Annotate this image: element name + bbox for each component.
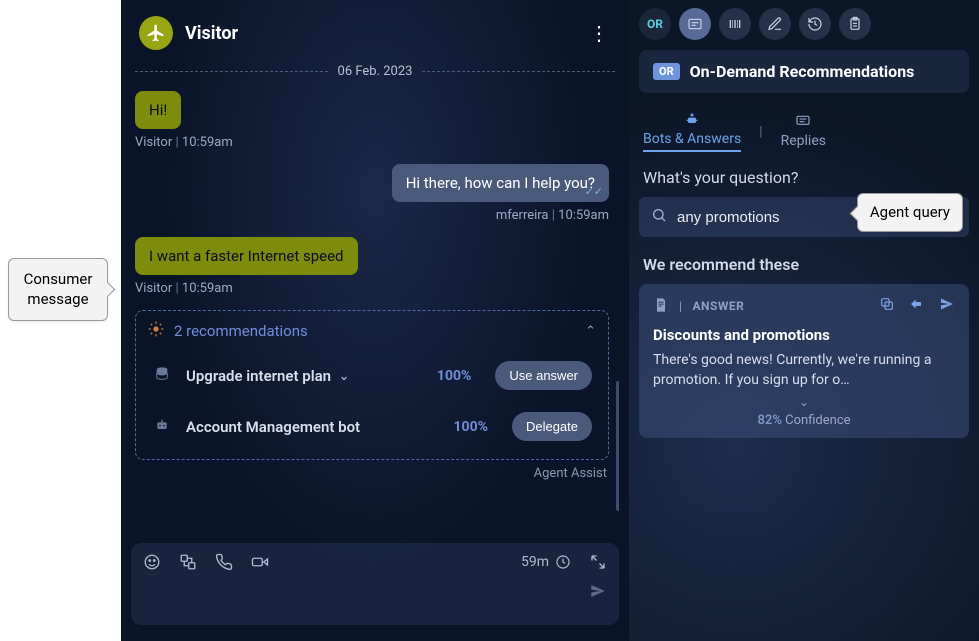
read-receipts-icon: ✓✓ [585, 185, 603, 198]
recommendation-name[interactable]: Account Management bot [186, 418, 440, 436]
recommendation-confidence: 100% [437, 368, 471, 384]
chevron-up-icon[interactable]: ⌃ [585, 324, 596, 339]
avatar [139, 16, 173, 50]
plane-icon [146, 23, 166, 43]
kebab-menu-icon[interactable] [587, 23, 611, 43]
phone-icon[interactable] [215, 553, 233, 571]
chevron-down-icon: ⌄ [339, 369, 349, 383]
use-answer-button[interactable]: Use answer [495, 361, 592, 390]
odr-title: On-Demand Recommendations [690, 62, 915, 81]
message-meta: Visitor10:59am [135, 281, 619, 296]
replies-icon [795, 113, 811, 129]
recommendation-row: Account Management bot 100% Delegate [148, 402, 596, 451]
tab-replies[interactable]: Replies [781, 113, 826, 152]
right-panel: OR OR On-Demand Recommendations Bots & A… [629, 0, 979, 641]
callout-agent-query: Agent query [857, 193, 963, 232]
recommendations-icon [148, 321, 164, 341]
document-icon [653, 297, 669, 316]
toolbar-compose-icon[interactable] [759, 8, 791, 40]
answer-confidence: 82% Confidence [653, 413, 955, 428]
query-search[interactable]: Agent query [639, 197, 969, 237]
answer-type-label: ANSWER [692, 299, 744, 313]
recommendation-name[interactable]: Upgrade internet plan ⌄ [186, 367, 423, 385]
chat-header: Visitor [131, 10, 619, 58]
answer-body: There's good news! Currently, we're runn… [653, 350, 955, 391]
timer: 59m [521, 554, 571, 570]
question-label: What's your question? [643, 168, 965, 187]
emoji-icon[interactable] [143, 553, 161, 571]
database-icon [152, 366, 172, 386]
toolbar-clipboard-icon[interactable] [839, 8, 871, 40]
answer-title: Discounts and promotions [653, 326, 955, 344]
copy-icon[interactable] [879, 296, 895, 316]
send-answer-icon[interactable] [939, 296, 955, 316]
recommendations-count: 2 recommendations [174, 322, 308, 340]
conversation-area: Hi! Visitor10:59am Hi there, how can I h… [131, 91, 619, 533]
video-icon[interactable] [251, 553, 269, 571]
transfer-icon[interactable] [179, 553, 197, 571]
chat-title: Visitor [185, 23, 587, 44]
message-out: Hi there, how can I help you? ✓✓ [392, 164, 609, 202]
agent-assist-label: Agent Assist [131, 466, 607, 481]
search-icon [651, 207, 667, 227]
toolbar-history-icon[interactable] [799, 8, 831, 40]
bot-icon [152, 417, 172, 437]
message-in: Hi! [135, 91, 181, 129]
answer-card: | ANSWER Discounts and promotions There'… [639, 284, 969, 438]
toolbar-barcode-icon[interactable] [719, 8, 751, 40]
expand-icon[interactable] [589, 553, 607, 571]
chat-panel: Visitor 06 Feb. 2023 Hi! Visitor10:59am … [121, 0, 629, 641]
recommendation-confidence: 100% [454, 419, 488, 435]
odr-header-card: OR On-Demand Recommendations [639, 50, 969, 93]
right-toolbar: OR [639, 8, 969, 40]
recommend-label: We recommend these [643, 255, 965, 274]
date-divider: 06 Feb. 2023 [135, 64, 615, 79]
send-icon[interactable] [589, 581, 607, 605]
message-meta: mferreira10:59am [135, 208, 609, 223]
message-in: I want a faster Internet speed [135, 237, 358, 275]
recommendation-row: Upgrade internet plan ⌄ 100% Use answer [148, 351, 596, 400]
callout-consumer-message: Consumer message [8, 258, 108, 321]
recommendations-panel: 2 recommendations ⌃ Upgrade internet pla… [135, 310, 609, 460]
insert-icon[interactable] [909, 296, 925, 316]
scrollbar[interactable] [616, 381, 619, 511]
odr-tabs: Bots & Answers | Replies [643, 111, 965, 152]
toolbar-card-icon[interactable] [679, 8, 711, 40]
expand-answer-icon[interactable]: ⌄ [653, 395, 955, 409]
message-meta: Visitor10:59am [135, 135, 619, 150]
bots-icon [684, 111, 700, 127]
odr-badge: OR [653, 63, 680, 80]
delegate-button[interactable]: Delegate [512, 412, 592, 441]
composer: 59m [131, 543, 619, 625]
tab-bots-answers[interactable]: Bots & Answers [643, 111, 741, 152]
toolbar-or-button[interactable]: OR [639, 8, 671, 40]
clock-icon [555, 554, 571, 570]
